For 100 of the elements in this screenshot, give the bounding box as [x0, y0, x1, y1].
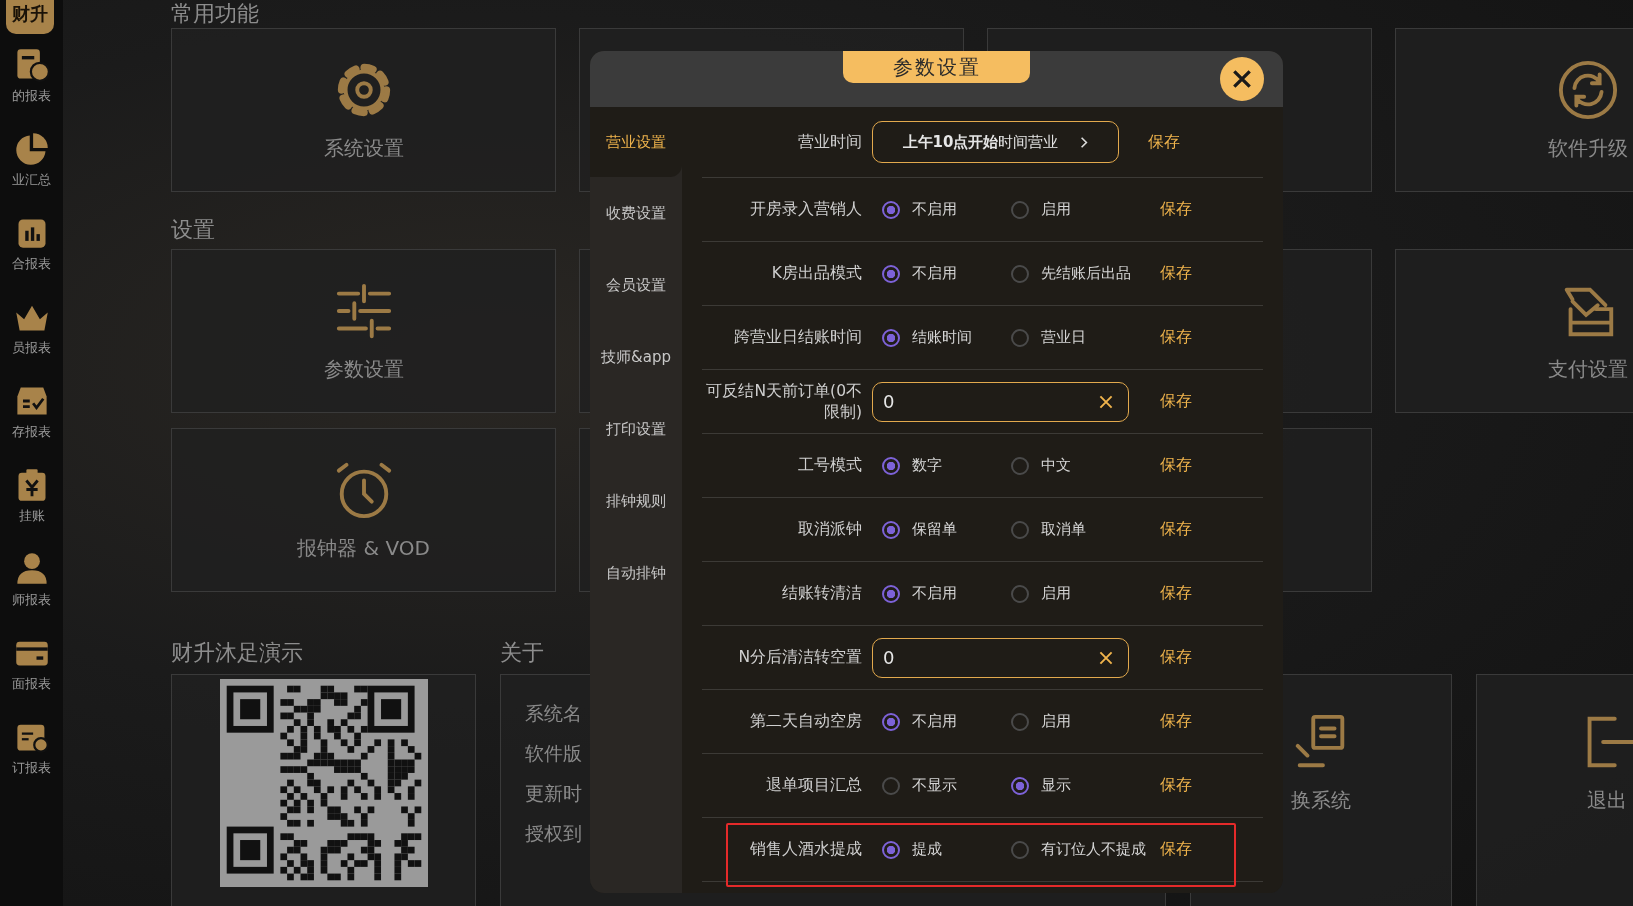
sidebar-label[interactable]: 挂账: [18, 507, 45, 525]
pie-icon[interactable]: [13, 131, 50, 167]
option-label[interactable]: 先结账后出品: [1041, 264, 1131, 283]
number-input[interactable]: 0: [872, 637, 1129, 678]
refresh-icon: [1556, 58, 1619, 121]
setting-label: K房出品模式: [770, 263, 862, 284]
save-button[interactable]: 保存: [1160, 519, 1192, 540]
option-label[interactable]: 启用: [1041, 584, 1071, 603]
radio-button[interactable]: [1011, 584, 1029, 603]
card-label: 支付设置: [1547, 355, 1628, 383]
save-button[interactable]: 保存: [1160, 327, 1192, 348]
option-label[interactable]: 保留单: [912, 520, 957, 539]
radio-button[interactable]: [1011, 328, 1029, 347]
section-title: 关于: [500, 639, 544, 667]
option-label[interactable]: 不启用: [912, 264, 957, 283]
function-card[interactable]: 系统设置: [171, 28, 556, 192]
sidebar-label[interactable]: 师报表: [12, 591, 51, 609]
option-label[interactable]: 显示: [1041, 776, 1071, 795]
radio-button[interactable]: [1011, 520, 1029, 539]
setting-label: 销售人酒水提成: [749, 839, 862, 860]
sidebar-label[interactable]: 员报表: [12, 339, 51, 357]
save-button[interactable]: 保存: [1160, 391, 1192, 412]
radio-button[interactable]: [882, 584, 900, 603]
number-input[interactable]: 0: [872, 381, 1129, 422]
chevron-icon: [1080, 135, 1089, 149]
save-button[interactable]: 保存: [1160, 647, 1192, 668]
sidebar-label[interactable]: 面报表: [12, 675, 51, 693]
option-label[interactable]: 不启用: [912, 712, 957, 731]
clear-icon[interactable]: [1098, 393, 1114, 410]
nav-tab[interactable]: 打印设置: [590, 393, 682, 465]
card-label: 参数设置: [323, 355, 404, 383]
radio-button[interactable]: [882, 200, 900, 219]
nav-tab[interactable]: 收费设置: [590, 177, 682, 249]
radio-button[interactable]: [1011, 264, 1029, 283]
radio-button[interactable]: [882, 520, 900, 539]
about-text: 软件版: [525, 741, 582, 765]
option-label[interactable]: 不启用: [912, 584, 957, 603]
setting-label: 退单项目汇总: [765, 775, 862, 796]
save-button[interactable]: 保存: [1160, 263, 1192, 284]
option-label[interactable]: 中文: [1041, 456, 1071, 475]
radio-button[interactable]: [1011, 200, 1029, 219]
close-button[interactable]: [1220, 57, 1264, 101]
setting-label: 工号模式: [797, 455, 862, 476]
save-button[interactable]: 保存: [1160, 711, 1192, 732]
function-card[interactable]: 报钟器 & VOD: [171, 428, 556, 592]
radio-button[interactable]: [882, 328, 900, 347]
sidebar-label[interactable]: 的报表: [12, 87, 51, 105]
nav-tab[interactable]: 自动排钟: [590, 537, 682, 609]
card-label: 软件升级: [1547, 134, 1628, 162]
about-text: 授权到: [525, 821, 582, 845]
radio-button[interactable]: [882, 840, 900, 859]
option-label[interactable]: 营业日: [1041, 328, 1086, 347]
sidebar-label[interactable]: 存报表: [12, 423, 51, 441]
close-icon: [1231, 68, 1253, 90]
setting-label: 营业时间: [797, 131, 862, 153]
sidebar-label[interactable]: 业汇总: [12, 171, 51, 189]
option-label[interactable]: 取消单: [1041, 520, 1086, 539]
function-card[interactable]: 参数设置: [171, 249, 556, 413]
save-button[interactable]: 保存: [1160, 455, 1192, 476]
radio-button[interactable]: [882, 776, 900, 795]
radio-button[interactable]: [1011, 456, 1029, 475]
option-label[interactable]: 有订位人不提成: [1041, 840, 1146, 859]
setting-label: 可反结N天前订单(0不限制): [705, 380, 862, 423]
radio-button[interactable]: [1011, 840, 1029, 859]
about-text: 更新时: [525, 781, 582, 805]
sidebar-label[interactable]: 订报表: [12, 759, 51, 777]
logo: 财升: [5, 0, 54, 34]
option-label[interactable]: 结账时间: [912, 328, 972, 347]
about-text: 系统名: [525, 701, 582, 725]
radio-button[interactable]: [882, 712, 900, 731]
save-button[interactable]: 保存: [1160, 199, 1192, 220]
save-button[interactable]: 保存: [1160, 839, 1192, 860]
nav-tab[interactable]: 技师&app: [590, 321, 682, 393]
function-card[interactable]: 退出: [1476, 674, 1633, 906]
option-label[interactable]: 提成: [912, 840, 942, 859]
card-label: 换系统: [1291, 787, 1351, 814]
business-hours-button[interactable]: 上午10点开始时间营业: [872, 121, 1119, 163]
function-card[interactable]: 软件升级: [1395, 28, 1633, 192]
save-button[interactable]: 保存: [1148, 131, 1180, 153]
option-label[interactable]: 数字: [912, 456, 942, 475]
radio-button[interactable]: [1011, 712, 1029, 731]
radio-button[interactable]: [882, 264, 900, 283]
sidebar-label[interactable]: 合报表: [12, 255, 51, 273]
radio-button[interactable]: [1011, 776, 1029, 795]
setting-label: 结账转清洁: [781, 583, 862, 604]
setting-label: 开房录入营销人: [749, 199, 862, 220]
option-label[interactable]: 启用: [1041, 712, 1071, 731]
nav-tab[interactable]: 营业设置: [590, 107, 682, 177]
nav-tab[interactable]: 排钟规则: [590, 465, 682, 537]
clear-icon[interactable]: [1098, 649, 1114, 666]
radio-button[interactable]: [882, 456, 900, 475]
option-label[interactable]: 不显示: [912, 776, 957, 795]
option-label[interactable]: 不启用: [912, 200, 957, 219]
save-button[interactable]: 保存: [1160, 583, 1192, 604]
nav-tab[interactable]: 会员设置: [590, 249, 682, 321]
option-label[interactable]: 启用: [1041, 200, 1071, 219]
dialog-title: 参数设置: [843, 51, 1030, 83]
save-button[interactable]: 保存: [1160, 775, 1192, 796]
card-label: 报钟器 & VOD: [297, 534, 430, 562]
function-card[interactable]: 支付设置: [1395, 249, 1633, 413]
